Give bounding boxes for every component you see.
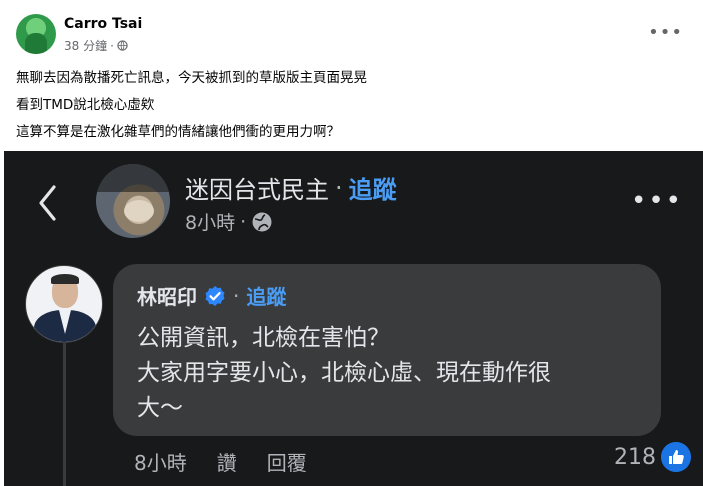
comment-time[interactable]: 8小時 [134,447,187,476]
page-post-time[interactable]: 8小時 [185,208,235,235]
post-meta: 38 分鐘 · [64,37,128,54]
post-text-line-3: 這算不算是在激化雜草們的情緒讓他們衝的更用力啊？ [16,124,340,140]
comment-author[interactable]: 林昭印 [137,281,197,310]
post-time[interactable]: 38 分鐘 [64,37,107,54]
post-text-line-1: 無聊去因為散播死亡訊息，今天被抓到的草版版主頁面晃晃 [16,70,367,86]
meta-separator: · [240,210,247,233]
header-separator: · [233,283,240,308]
globe-icon [117,40,128,51]
globe-icon [252,212,272,231]
embedded-screenshot[interactable]: 迷因台式民主 · 追蹤 8小時 · ••• 林昭印 · 追蹤 公開資訊，北檢在害… [4,151,703,486]
commenter-avatar[interactable] [25,265,103,343]
follow-commenter-link[interactable]: 追蹤 [246,281,286,310]
thread-line [63,339,66,486]
thumbs-up-icon[interactable] [661,442,691,472]
header-separator: · [335,173,343,202]
comment-text-line-3: 大～ [137,395,183,421]
page-name[interactable]: 迷因台式民主 [185,170,329,205]
page-avatar[interactable] [96,164,170,238]
comment-bubble: 林昭印 · 追蹤 公開資訊，北檢在害怕？ 大家用字要小心，北檢心虛、現在動作很 … [113,264,661,436]
meta-separator: · [110,38,114,53]
comment-actions: 8小時 讚 回覆 [134,447,307,476]
more-horizontal-icon[interactable]: ••• [648,22,683,43]
back-arrow-icon[interactable] [36,183,60,223]
follow-page-link[interactable]: 追蹤 [349,170,397,205]
post-author-avatar[interactable] [16,14,56,54]
more-horizontal-icon[interactable]: ••• [631,186,683,216]
comment-header: 林昭印 · 追蹤 [137,281,286,310]
reaction-count[interactable]: 218 [614,445,656,470]
post-text-line-2: 看到TMD說北檢心虛欸 [16,97,155,113]
post-author-name[interactable]: Carro Tsai [64,16,142,32]
comment-text-line-1: 公開資訊，北檢在害怕？ [137,325,390,351]
page-header: 迷因台式民主 · 追蹤 [185,170,397,205]
verified-badge-icon [205,285,225,306]
like-button[interactable]: 讚 [217,447,237,476]
page-post-meta: 8小時 · [185,208,273,235]
comment-text-line-2: 大家用字要小心，北檢心虛、現在動作很 [137,360,551,386]
reply-button[interactable]: 回覆 [267,447,307,476]
